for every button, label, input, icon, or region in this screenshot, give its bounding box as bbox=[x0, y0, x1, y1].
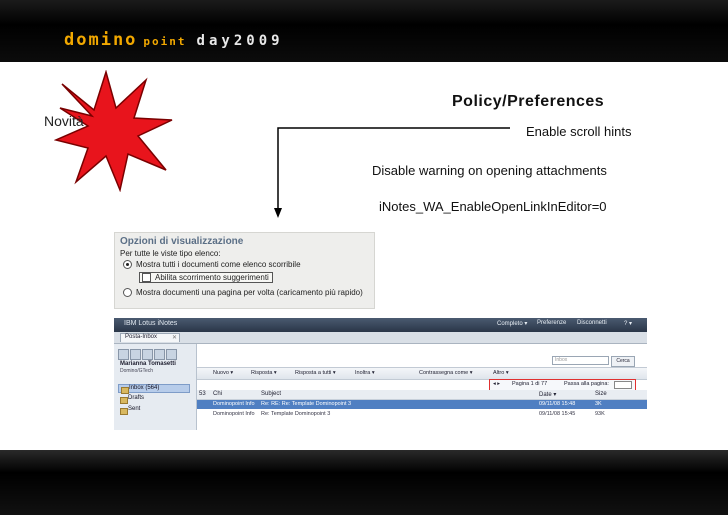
option-scrollable-list[interactable]: Mostra tutti i documenti come elenco sco… bbox=[123, 260, 301, 270]
column-who[interactable]: Chi bbox=[213, 391, 222, 397]
options-subtitle: Per tutte le viste tipo elenco: bbox=[120, 249, 221, 258]
message-count: 53 bbox=[199, 391, 206, 397]
calendar-icon[interactable] bbox=[130, 349, 141, 360]
message-row[interactable]: Dominopoint Info Re: RE: Re: Template Do… bbox=[197, 400, 647, 409]
search-input[interactable]: Inbox bbox=[552, 356, 609, 365]
display-options-panel: Opzioni di visualizzazione Per tutte le … bbox=[114, 232, 375, 309]
policy-item-attachments-warning: Disable warning on opening attachments bbox=[372, 163, 607, 178]
close-icon[interactable]: ✕ bbox=[172, 334, 177, 341]
column-subject[interactable]: Subject bbox=[261, 391, 281, 397]
starburst-icon bbox=[54, 70, 173, 192]
contacts-icon[interactable] bbox=[142, 349, 153, 360]
row-date: 09/11/08 15:45 bbox=[539, 411, 576, 417]
message-row[interactable]: Dominopoint Info Re: Template Dominopoin… bbox=[197, 410, 647, 419]
options-title: Opzioni di visualizzazione bbox=[120, 236, 244, 247]
toolbar-new-button[interactable]: Nuovo ▾ bbox=[213, 370, 233, 376]
search-button[interactable]: Cerca bbox=[611, 356, 635, 367]
goto-page-input[interactable] bbox=[614, 381, 632, 389]
user-name: Marianna Tomasetti bbox=[120, 361, 176, 367]
option-page-label: Mostra documenti una pagina per volta (c… bbox=[136, 288, 363, 297]
row-date: 09/11/08 15:48 bbox=[539, 401, 576, 407]
page-indicator: Pagina 1 di 77 bbox=[512, 381, 548, 387]
row-who: Dominopoint Info bbox=[213, 401, 255, 407]
prev-page-icon[interactable]: ◂ ▸ bbox=[493, 381, 500, 387]
footer-bar bbox=[0, 450, 728, 515]
menu-completo[interactable]: Completo ▾ bbox=[497, 320, 527, 327]
toolbar-reply-button[interactable]: Risposta ▾ bbox=[251, 370, 277, 376]
goto-page-label: Passa alla pagina: bbox=[564, 381, 609, 387]
option-scroll-hints-checkbox[interactable]: Abilita scorrimento suggerimenti bbox=[139, 272, 273, 284]
row-who: Dominopoint Info bbox=[213, 411, 255, 417]
radio-selected-icon[interactable] bbox=[123, 260, 132, 270]
row-subject: Re: Template Dominopoint 3 bbox=[261, 411, 331, 417]
brand-point: point bbox=[143, 35, 187, 48]
scroll-hints-label: Abilita scorrimento suggerimenti bbox=[155, 273, 269, 282]
row-size: 3K bbox=[595, 401, 602, 407]
header-bar: domino point day2009 bbox=[0, 0, 728, 62]
brand-domino: domino bbox=[64, 30, 138, 50]
menu-disconnetti[interactable]: Disconnetti bbox=[577, 320, 607, 326]
notebook-icon[interactable] bbox=[166, 349, 177, 360]
inotes-top-bar: IBM Lotus iNotes Completo ▾ Preferenze D… bbox=[114, 318, 647, 332]
menu-preferenze[interactable]: Preferenze bbox=[537, 320, 566, 326]
brand-day: day2009 bbox=[196, 33, 284, 49]
inotes-screenshot: IBM Lotus iNotes Completo ▾ Preferenze D… bbox=[114, 318, 647, 430]
policy-item-scroll-hints: Enable scroll hints bbox=[526, 124, 632, 139]
folder-sent[interactable]: Sent bbox=[118, 406, 190, 415]
menu-help[interactable]: ? ▾ bbox=[624, 320, 632, 327]
folder-drafts[interactable]: Drafts bbox=[118, 395, 190, 404]
folder-inbox[interactable]: Inbox (564) bbox=[118, 384, 190, 394]
mail-icon[interactable] bbox=[118, 349, 129, 360]
inotes-tab-bar: Posta-Inbox ✕ bbox=[114, 332, 647, 344]
tab-posta-inbox[interactable]: Posta-Inbox ✕ bbox=[120, 333, 180, 342]
toolbar-mark-button[interactable]: Contrassegna come ▾ bbox=[419, 370, 473, 376]
toolbar-forward-button[interactable]: Inoltra ▾ bbox=[355, 370, 375, 376]
tab-label: Posta-Inbox bbox=[125, 334, 158, 340]
policy-item-openlink-editor: iNotes_WA_EnableOpenLinkInEditor=0 bbox=[379, 199, 607, 214]
brand-logo: domino point day2009 bbox=[64, 30, 284, 50]
user-org: Domino/GTech bbox=[120, 368, 154, 374]
policy-title: Policy/Preferences bbox=[452, 93, 605, 110]
row-size: 93K bbox=[595, 411, 605, 417]
novita-label: Novità bbox=[44, 113, 84, 129]
column-date[interactable]: Date ▾ bbox=[539, 391, 556, 398]
inotes-main: Inbox Cerca Nuovo ▾ Risposta ▾ Risposta … bbox=[197, 344, 647, 430]
checkbox-icon[interactable] bbox=[142, 273, 151, 283]
column-size[interactable]: Size bbox=[595, 391, 607, 397]
option-scrollable-label: Mostra tutti i documenti come elenco sco… bbox=[136, 260, 301, 269]
inotes-sidebar: Marianna Tomasetti Domino/GTech Inbox (5… bbox=[114, 344, 197, 430]
message-list-header: 53 Chi Subject Date ▾ Size bbox=[197, 390, 647, 400]
radio-unselected-icon[interactable] bbox=[123, 288, 132, 298]
option-page-at-time[interactable]: Mostra documenti una pagina per volta (c… bbox=[123, 288, 363, 298]
row-subject: Re: RE: Re: Template Dominopoint 3 bbox=[261, 401, 352, 407]
novita-starburst bbox=[54, 70, 176, 192]
toolbar-more-button[interactable]: Altro ▾ bbox=[493, 370, 509, 376]
todo-icon[interactable] bbox=[154, 349, 165, 360]
toolbar-reply-all-button[interactable]: Risposta a tutti ▾ bbox=[295, 370, 336, 376]
inotes-app-title: IBM Lotus iNotes bbox=[124, 320, 178, 327]
